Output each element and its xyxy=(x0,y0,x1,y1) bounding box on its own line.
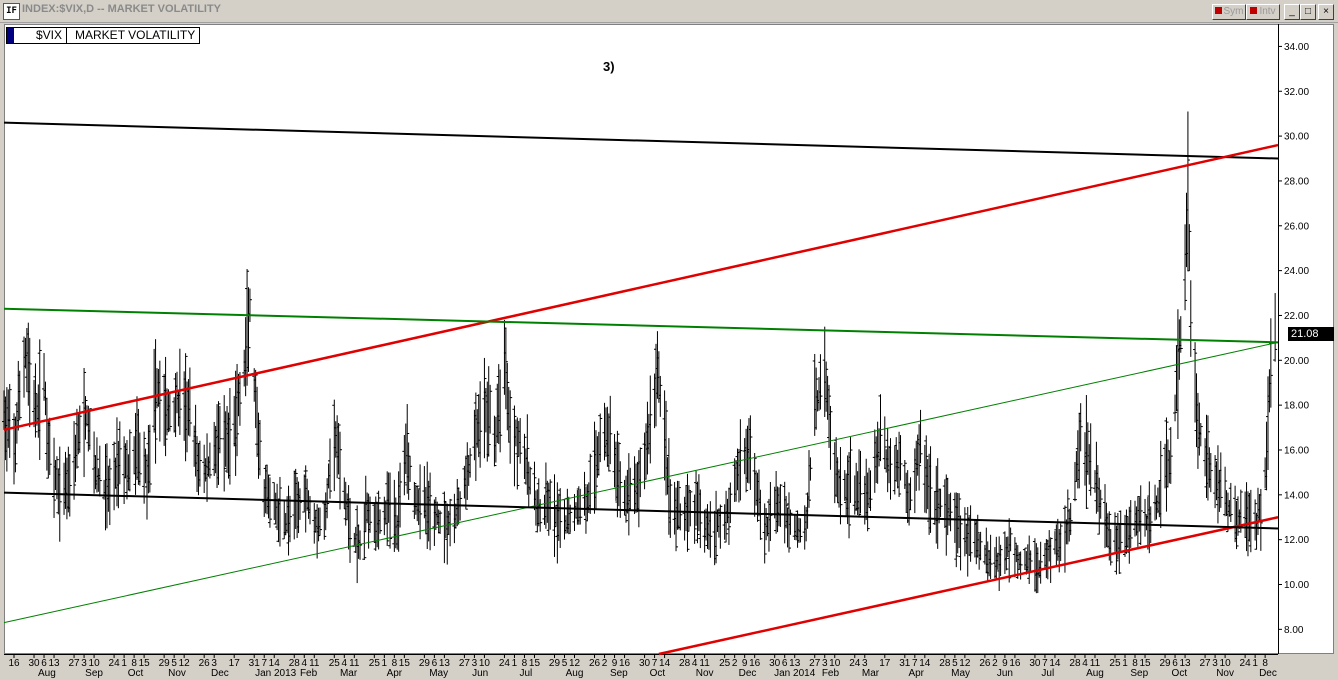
x-month-label: Jul xyxy=(1041,668,1054,679)
x-month-label: Mar xyxy=(340,668,358,679)
y-tick-label: 26.00 xyxy=(1284,221,1309,232)
x-month-label: May xyxy=(429,668,448,679)
x-month-label: Oct xyxy=(128,668,144,679)
x-month-label: Nov xyxy=(168,668,186,679)
y-tick-label: 20.00 xyxy=(1284,356,1309,367)
symbol-legend: $VIX MARKET VOLATILITY xyxy=(6,27,201,44)
x-month-label: Jun xyxy=(472,668,488,679)
x-month-label: Jun xyxy=(997,668,1013,679)
y-tick-label: 12.00 xyxy=(1284,535,1309,546)
legend-name: MARKET VOLATILITY xyxy=(75,28,196,42)
trendline-green-thick xyxy=(3,307,1279,344)
x-tick-label: 27 xyxy=(1200,658,1212,669)
x-month-label: Feb xyxy=(300,668,318,679)
x-tick-label: 1 xyxy=(512,658,518,669)
x-tick-label: 28 xyxy=(679,658,691,669)
x-month-label: Sep xyxy=(1130,668,1148,679)
x-tick-label: 27 xyxy=(459,658,471,669)
x-tick-label: 25 xyxy=(369,658,381,669)
x-tick-label: 2 xyxy=(732,658,738,669)
x-month-label: Nov xyxy=(696,668,714,679)
trendline-red-upper xyxy=(3,143,1279,432)
x-month-label: Jul xyxy=(519,668,532,679)
trendline-black-upper xyxy=(3,121,1279,160)
y-tick-label: 34.00 xyxy=(1284,42,1309,53)
x-tick-label: 29 xyxy=(549,658,561,669)
x-tick-label: 2 xyxy=(602,658,608,669)
x-month-label: Sep xyxy=(610,668,628,679)
y-tick-label: 16.00 xyxy=(1284,445,1309,456)
x-month-label: Nov xyxy=(1216,668,1234,679)
x-month-label: Dec xyxy=(739,668,757,679)
trendline-black-lower xyxy=(3,491,1279,530)
x-month-label: Oct xyxy=(650,668,666,679)
x-tick-label: 26 xyxy=(199,658,211,669)
x-tick-label: 25 xyxy=(1109,658,1121,669)
y-tick-label: 32.00 xyxy=(1284,87,1309,98)
x-month-label: Sep xyxy=(85,668,103,679)
symbol-color-flag xyxy=(7,28,14,43)
x-month-label: Apr xyxy=(908,668,924,679)
y-tick-label: 28.00 xyxy=(1284,176,1309,187)
x-tick-label: 26 xyxy=(979,658,991,669)
x-month-label: Oct xyxy=(1172,668,1188,679)
x-tick-label: 24 xyxy=(499,658,511,669)
x-month-label: May xyxy=(951,668,970,679)
x-tick-label: 30 xyxy=(1029,658,1041,669)
y-tick-label: 18.00 xyxy=(1284,401,1309,412)
y-tick-label: 14.00 xyxy=(1284,490,1309,501)
x-tick-label: 17 xyxy=(879,658,891,669)
x-tick-label: 1 xyxy=(121,658,127,669)
x-month-label: Jan 2013 xyxy=(255,668,297,679)
x-tick-label: 1 xyxy=(1122,658,1128,669)
y-tick-label: 22.00 xyxy=(1284,311,1309,322)
x-tick-label: 28 xyxy=(939,658,951,669)
x-tick-label: 27 xyxy=(69,658,81,669)
x-tick-label: 25 xyxy=(329,658,341,669)
x-tick-label: 28 xyxy=(1069,658,1081,669)
x-month-label: Feb xyxy=(822,668,840,679)
vix-chart: 8.00 10.00 12.00 14.00 16.00 18.00 20.00 22.00 2… xyxy=(2,24,1334,679)
x-tick-label: 29 xyxy=(1159,658,1171,669)
x-tick-label: 17 xyxy=(229,658,241,669)
trendline-green-thin xyxy=(3,341,1279,624)
x-month-label: Dec xyxy=(1259,668,1277,679)
x-tick-label: 25 xyxy=(719,658,731,669)
y-tick-label: 8.00 xyxy=(1284,625,1304,636)
x-month-label: Apr xyxy=(387,668,403,679)
y-tick-label: 24.00 xyxy=(1284,266,1309,277)
x-month-label: Aug xyxy=(38,668,56,679)
trendline-red-lower xyxy=(658,516,1279,656)
x-month-label: Dec xyxy=(211,668,229,679)
x-month-label: Mar xyxy=(862,668,880,679)
y-tick-label: 10.00 xyxy=(1284,580,1309,591)
x-month-label: Jan 2014 xyxy=(774,668,816,679)
x-tick-label: 24 xyxy=(109,658,121,669)
x-tick-label: 16 xyxy=(8,658,20,669)
x-tick-label: 24 xyxy=(1240,658,1252,669)
last-value-label: 21.08 xyxy=(1288,327,1334,341)
x-tick-label: 26 xyxy=(589,658,601,669)
x-month-label: Aug xyxy=(566,668,584,679)
y-tick-label: 30.00 xyxy=(1284,132,1309,143)
x-month-label: Aug xyxy=(1086,668,1104,679)
legend-symbol: $VIX xyxy=(14,28,68,43)
chart-annotation: 3) xyxy=(603,59,615,74)
x-tick-label: 1 xyxy=(1252,658,1258,669)
x-tick-label: 24 xyxy=(849,658,861,669)
